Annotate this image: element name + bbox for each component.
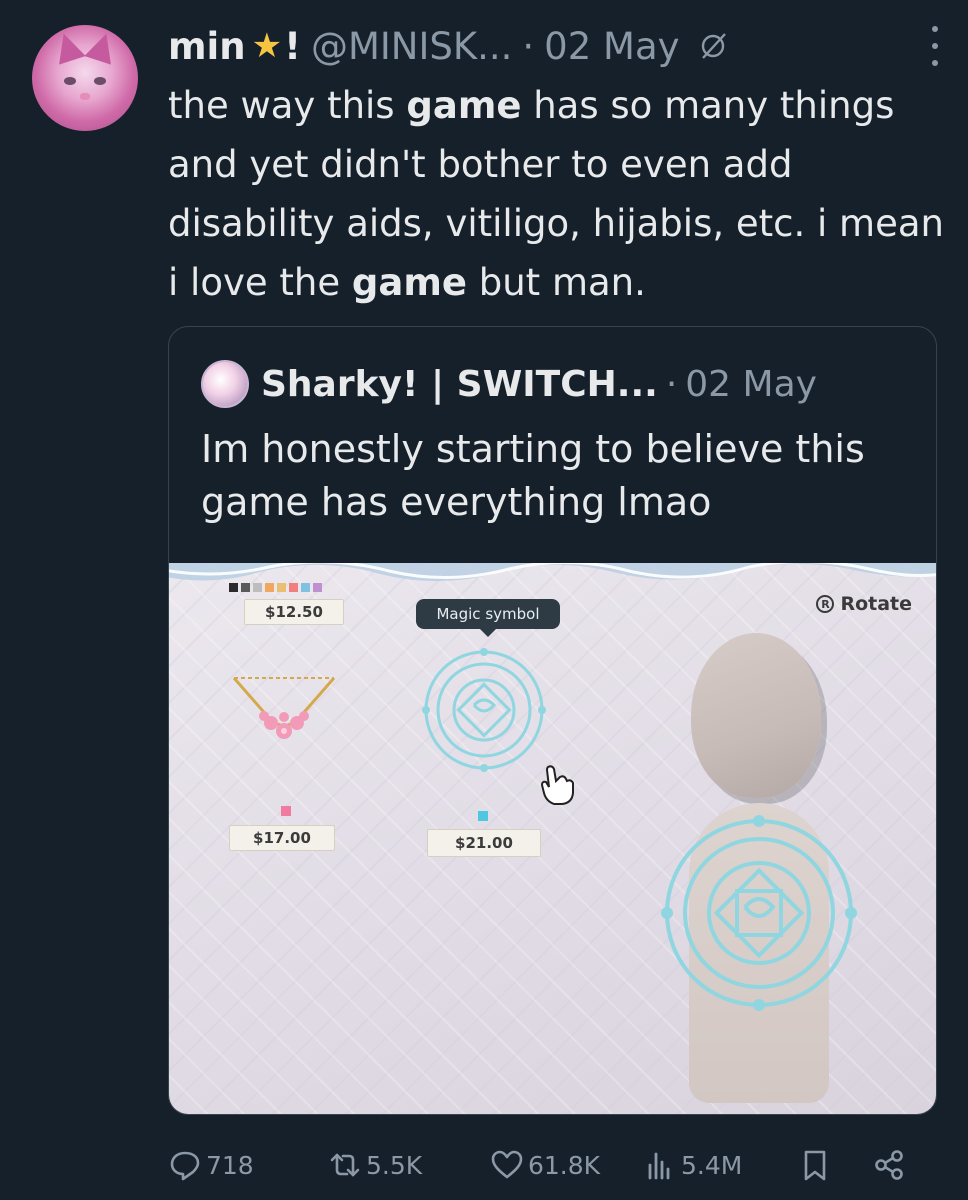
rotate-button[interactable]: R Rotate [816, 593, 912, 615]
avatar-nose [80, 93, 90, 100]
like-count: 61.8K [528, 1150, 601, 1180]
grok-icon[interactable] [698, 31, 728, 61]
pink-flower-necklace-icon[interactable] [229, 673, 339, 753]
price-tag-3: $21.00 [427, 829, 541, 857]
star-emoji-icon: ★ [251, 26, 283, 66]
user-handle[interactable]: @MINISK... [311, 25, 512, 68]
views-button[interactable]: 5.4M [643, 1145, 742, 1185]
avatar-eye-left [64, 77, 76, 85]
tweet-text: the way this game has so many things and… [168, 84, 944, 304]
display-name-suffix: ! [284, 24, 301, 68]
item-name-tooltip: Magic symbol [416, 599, 560, 637]
cyan-color-dot [478, 811, 488, 821]
r-button-icon: R [816, 595, 835, 613]
heart-icon [491, 1150, 523, 1179]
header-separator: · [522, 24, 535, 68]
repost-icon [330, 1153, 360, 1177]
more-options-icon[interactable] [930, 26, 940, 66]
repost-button[interactable]: 5.5K [328, 1145, 422, 1185]
user-avatar[interactable] [32, 25, 138, 131]
share-icon [875, 1150, 903, 1180]
quoted-tweet-image[interactable]: $12.50 $17.00 Magic symbol $21.00 R Rota… [169, 563, 936, 1114]
price-tag-1: $12.50 [244, 599, 344, 625]
display-name[interactable]: min [168, 25, 246, 68]
pink-color-dot [281, 806, 291, 816]
magic-symbol-on-mannequin [661, 815, 857, 1011]
magic-symbol-icon[interactable] [414, 645, 554, 775]
quoted-tweet[interactable]: Sharky! | SWITCH... · 02 May Im honestly… [168, 326, 937, 1115]
quoted-tweet-date: 02 May [685, 363, 817, 405]
tweet-actions-bar: 718 5.5K 61.8K 5.4M [168, 1145, 948, 1185]
mannequin-head [691, 633, 821, 798]
quoted-tweet-text: Im honestly starting to believe this gam… [201, 427, 865, 524]
like-button[interactable]: 61.8K [490, 1145, 600, 1185]
reply-button[interactable]: 718 [168, 1145, 254, 1185]
view-count: 5.4M [681, 1150, 743, 1180]
quoted-user-avatar [201, 360, 249, 408]
share-button[interactable] [872, 1145, 910, 1185]
avatar-eye-right [94, 77, 106, 85]
reply-icon [170, 1151, 200, 1181]
quoted-tweet-header: Sharky! | SWITCH... · 02 May [201, 359, 817, 409]
avatar-ear-right [84, 29, 120, 65]
reply-count: 718 [206, 1150, 254, 1180]
rotate-label: Rotate [840, 593, 912, 615]
price-tag-2: $17.00 [229, 825, 335, 851]
bookmark-button[interactable] [798, 1145, 836, 1185]
tweet-header: min ★ ! @MINISK... · 02 May [168, 22, 728, 70]
bookmark-icon [804, 1150, 826, 1181]
quoted-header-separator: · [665, 363, 678, 405]
views-icon [648, 1152, 670, 1180]
hand-cursor-icon [540, 765, 574, 805]
color-swatches[interactable] [229, 583, 322, 592]
tweet-date[interactable]: 02 May [544, 25, 679, 68]
avatar-ear-left [50, 29, 86, 65]
repost-count: 5.5K [366, 1150, 423, 1180]
quoted-display-name: Sharky! | SWITCH... [261, 363, 658, 405]
